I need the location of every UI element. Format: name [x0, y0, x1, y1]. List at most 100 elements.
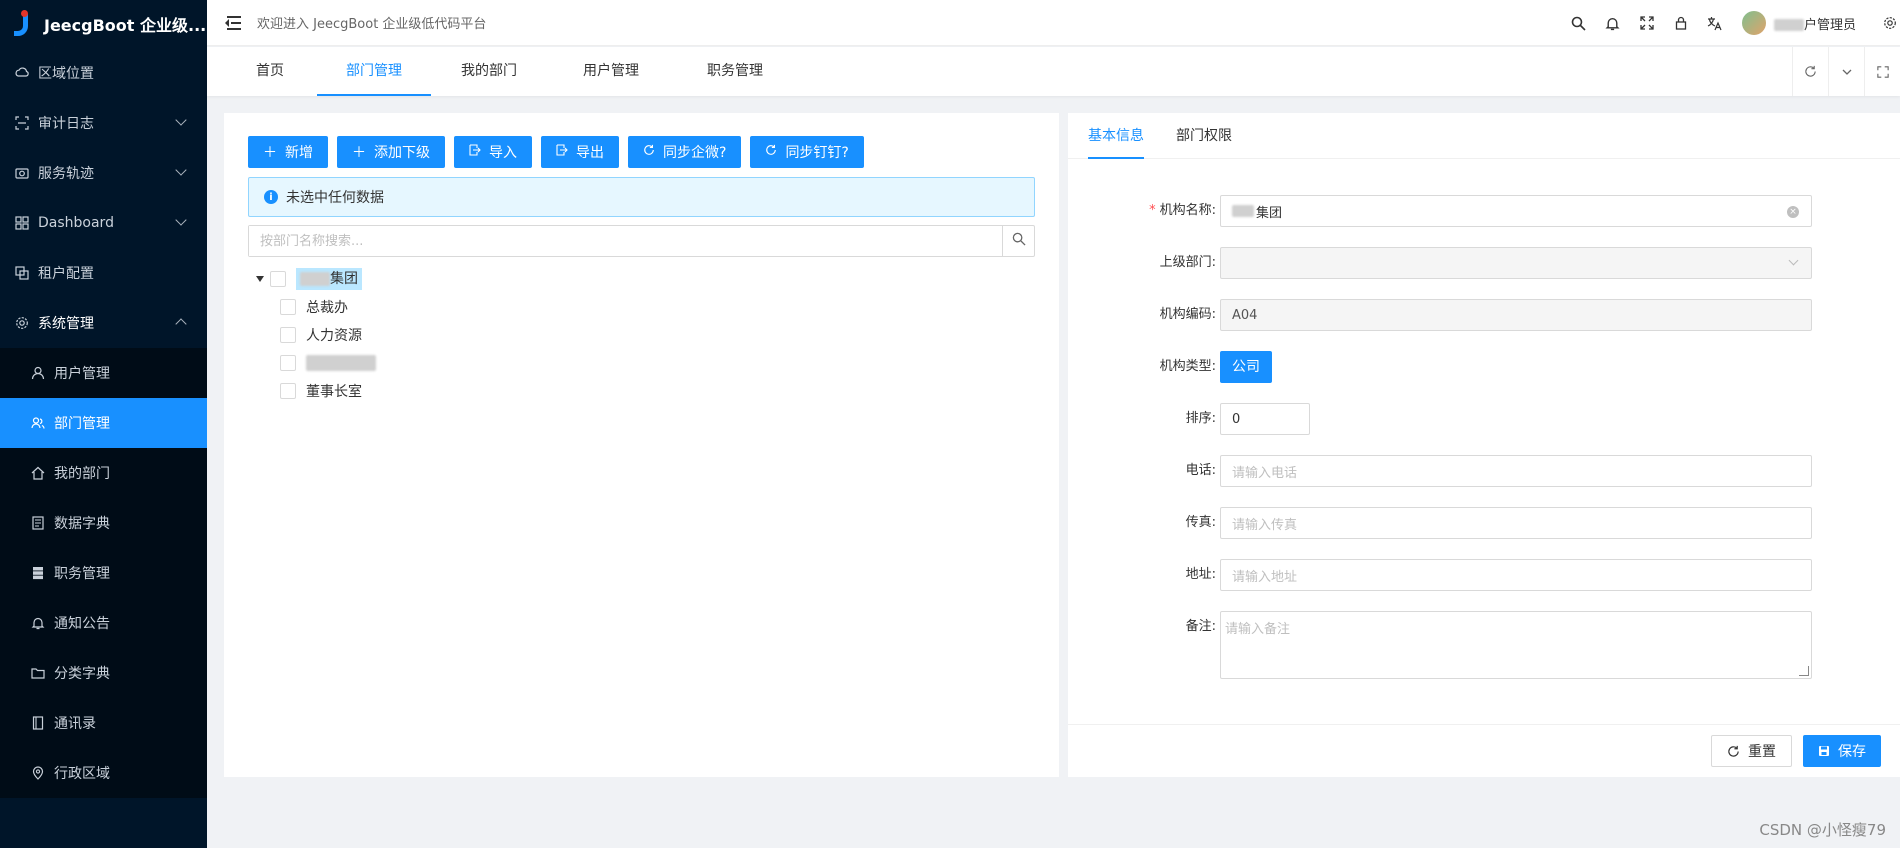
watermark: CSDN @小怪瘦79 — [1759, 821, 1886, 839]
tree-node-root[interactable]: 集团 — [252, 265, 376, 293]
add-button[interactable]: ＋ 新增 — [248, 136, 328, 168]
org-code-value: A04 — [1232, 307, 1258, 323]
reset-button-label: 重置 — [1748, 744, 1776, 760]
tree-node[interactable] — [252, 349, 376, 377]
tree-checkbox[interactable] — [270, 271, 286, 287]
logo[interactable]: JeecgBoot 企业级... — [0, 0, 207, 48]
org-name-input[interactable]: 集团 × — [1220, 195, 1812, 227]
sync-wechat-button[interactable]: 同步企微? — [628, 136, 742, 168]
chevron-up-icon — [175, 318, 187, 330]
fax-label: 传真: — [1185, 515, 1216, 530]
sidebar-item-tenant[interactable]: 租户配置 — [0, 248, 207, 298]
tab-position-manage[interactable]: 职务管理 — [701, 47, 769, 96]
user-name[interactable]: 户管理员 — [1773, 14, 1856, 33]
system-submenu: 用户管理 部门管理 我的部门 数据字典 职务管理 通知公告 分类字典 通讯录 行… — [0, 348, 207, 798]
sidebar-item-audit-log[interactable]: 审计日志 — [0, 98, 207, 148]
tab-basic-info[interactable]: 基本信息 — [1088, 113, 1144, 159]
sidebar-item-label: 职务管理 — [54, 566, 110, 582]
sidebar-item-contacts[interactable]: 通讯录 — [0, 698, 207, 748]
menu-fold-icon[interactable] — [225, 15, 245, 31]
header-actions: 户管理员 — [1562, 0, 1900, 46]
save-button[interactable]: 保存 — [1803, 735, 1881, 767]
import-button[interactable]: 导入 — [454, 136, 532, 168]
tree-node-label-redacted[interactable] — [306, 355, 376, 371]
sidebar-item-user-manage[interactable]: 用户管理 — [0, 348, 207, 398]
sidebar-item-category-dict[interactable]: 分类字典 — [0, 648, 207, 698]
dept-tree: 集团 总裁办 人力资源 董事长室 — [252, 265, 376, 405]
sidebar-item-dashboard[interactable]: Dashboard — [0, 198, 207, 248]
phone-label: 电话: — [1185, 463, 1216, 478]
sidebar-item-label: 审计日志 — [38, 116, 94, 132]
tree-checkbox[interactable] — [280, 299, 296, 315]
sidebar-item-my-dept[interactable]: 我的部门 — [0, 448, 207, 498]
org-name-label-text: 机构名称: — [1159, 203, 1216, 218]
tree-node[interactable]: 董事长室 — [252, 377, 376, 405]
app-title: JeecgBoot 企业级... — [44, 16, 207, 35]
sidebar-item-dict[interactable]: 数据字典 — [0, 498, 207, 548]
expand-icon[interactable] — [1864, 47, 1900, 96]
settings-icon[interactable] — [1880, 0, 1900, 46]
sidebar-item-label: 用户管理 — [54, 366, 110, 382]
tree-node[interactable]: 总裁办 — [252, 293, 376, 321]
tab-user-manage[interactable]: 用户管理 — [577, 47, 645, 96]
address-input[interactable]: 请输入地址 — [1220, 559, 1812, 591]
info-icon: i — [264, 190, 278, 204]
sidebar-item-dept-manage[interactable]: 部门管理 — [0, 398, 207, 448]
tree-node-label[interactable]: 董事长室 — [306, 381, 362, 401]
sidebar-item-position[interactable]: 职务管理 — [0, 548, 207, 598]
clear-icon[interactable]: × — [1787, 206, 1799, 218]
export-button-label: 导出 — [576, 145, 604, 161]
search-icon[interactable] — [1562, 0, 1596, 46]
tree-node-label[interactable]: 总裁办 — [306, 297, 348, 317]
memo-textarea[interactable]: 请输入备注 — [1220, 611, 1812, 679]
tree-node[interactable]: 人力资源 — [252, 321, 376, 349]
tree-checkbox[interactable] — [280, 355, 296, 371]
resize-handle-icon[interactable] — [1799, 666, 1809, 676]
sidebar-item-notice[interactable]: 通知公告 — [0, 598, 207, 648]
save-icon — [1818, 745, 1830, 757]
fax-input[interactable]: 请输入传真 — [1220, 507, 1812, 539]
sidebar-item-label: 数据字典 — [54, 516, 110, 532]
fullscreen-icon[interactable] — [1630, 0, 1664, 46]
user-icon — [30, 365, 46, 381]
org-code-label: 机构编码: — [1159, 307, 1216, 322]
order-input[interactable]: 0 — [1220, 403, 1310, 435]
sidebar-item-label: 部门管理 — [54, 416, 110, 432]
add-child-button-label: 添加下级 — [374, 145, 430, 161]
parent-dept-select[interactable] — [1220, 247, 1812, 279]
tab-dept-permission[interactable]: 部门权限 — [1176, 113, 1232, 159]
reset-button[interactable]: 重置 — [1711, 735, 1792, 767]
avatar[interactable] — [1741, 11, 1766, 35]
tree-toolbar: ＋ 新增 ＋ 添加下级 导入 导出 同步企微? 同步钉钉? — [248, 136, 864, 168]
tree-checkbox[interactable] — [280, 383, 296, 399]
lock-icon[interactable] — [1664, 0, 1698, 46]
dept-tree-panel: ＋ 新增 ＋ 添加下级 导入 导出 同步企微? 同步钉钉? i 未选中任何数据 集团… — [224, 113, 1059, 777]
export-button[interactable]: 导出 — [541, 136, 619, 168]
tree-checkbox[interactable] — [280, 327, 296, 343]
dept-search-input[interactable] — [249, 226, 1002, 256]
order-value: 0 — [1232, 411, 1241, 427]
chevron-down-icon[interactable] — [1828, 47, 1864, 96]
address-placeholder: 请输入地址 — [1232, 569, 1298, 585]
refresh-icon[interactable] — [1792, 47, 1828, 96]
sidebar-item-system[interactable]: 系统管理 — [0, 298, 207, 348]
sidebar-item-label: 系统管理 — [38, 316, 94, 332]
caret-down-icon[interactable] — [256, 276, 264, 282]
org-type-radio-company[interactable]: 公司 — [1220, 351, 1272, 383]
tab-my-dept[interactable]: 我的部门 — [455, 47, 523, 96]
form-footer — [1068, 724, 1900, 725]
sidebar-item-service-trace[interactable]: 服务轨迹 — [0, 148, 207, 198]
sidebar-item-area[interactable]: 区域位置 — [0, 48, 207, 98]
sync-dingtalk-button[interactable]: 同步钉钉? — [750, 136, 864, 168]
search-button[interactable] — [1002, 226, 1034, 256]
required-mark: * — [1149, 203, 1156, 218]
tab-dept-manage[interactable]: 部门管理 — [317, 47, 431, 96]
translate-icon[interactable] — [1698, 0, 1732, 46]
tree-node-label[interactable]: 集团 — [296, 268, 362, 290]
sidebar-item-region[interactable]: 行政区域 — [0, 748, 207, 798]
add-child-button[interactable]: ＋ 添加下级 — [337, 136, 445, 168]
bell-icon[interactable] — [1596, 0, 1630, 46]
phone-input[interactable]: 请输入电话 — [1220, 455, 1812, 487]
tree-node-label[interactable]: 人力资源 — [306, 325, 362, 345]
tab-home[interactable]: 首页 — [247, 47, 293, 96]
